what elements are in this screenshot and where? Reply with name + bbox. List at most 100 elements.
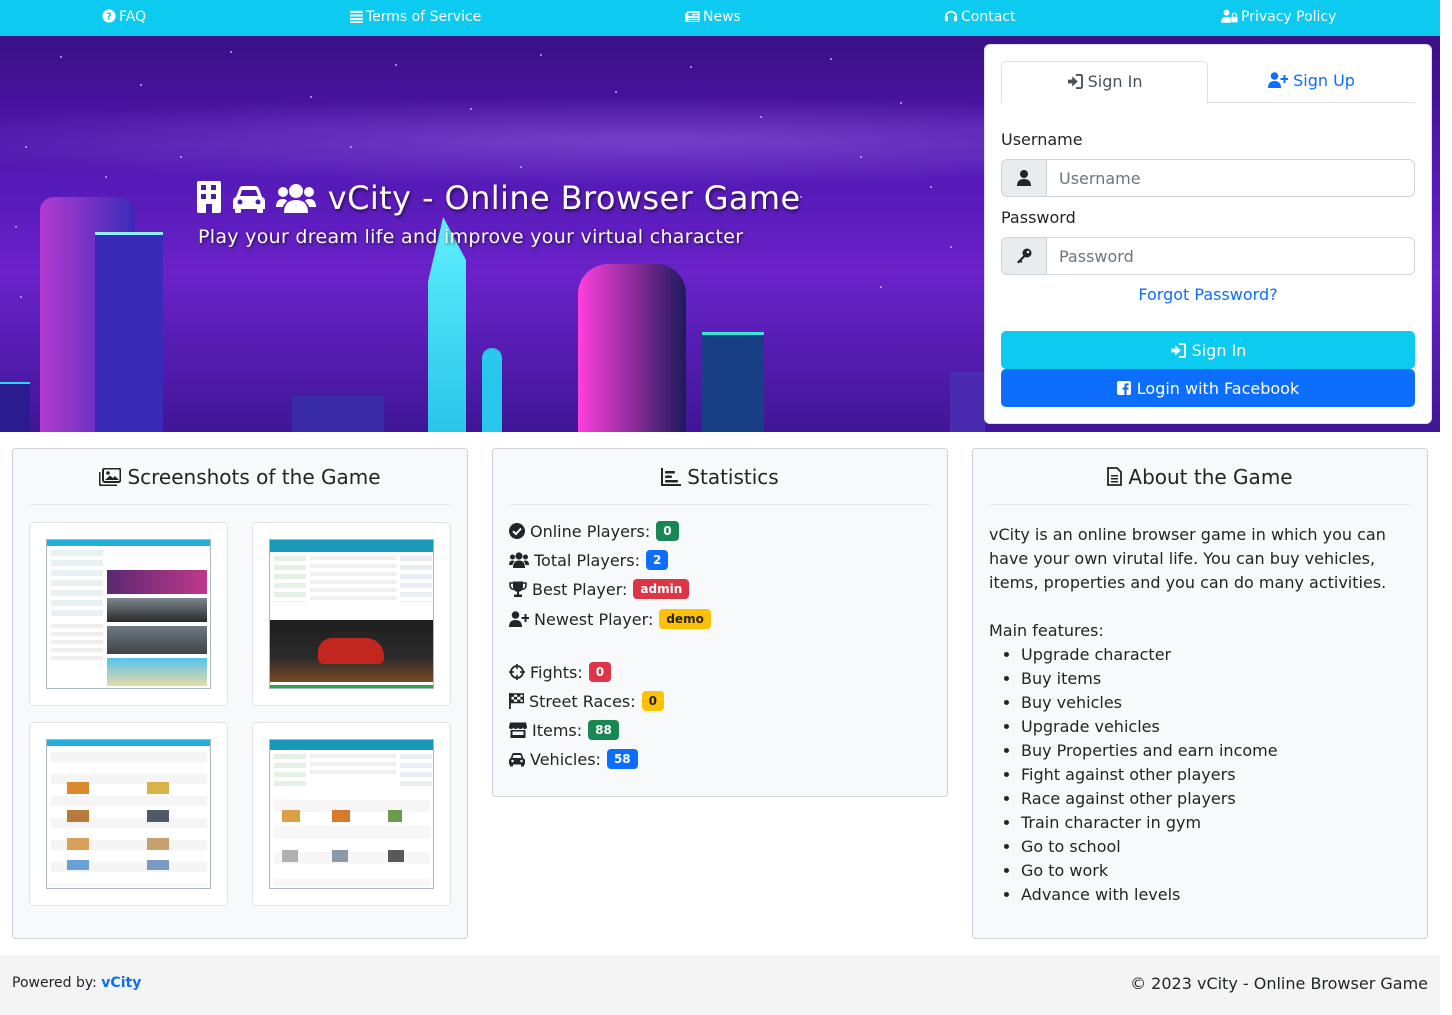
tab-sign-up-label: Sign Up [1293, 71, 1355, 90]
login-card: Sign In Sign Up Username Password Forgot… [984, 44, 1432, 424]
newspaper-icon [685, 10, 700, 22]
username-label: Username [1001, 130, 1083, 149]
screenshot-image [269, 739, 434, 889]
hero-title: vCity - Online Browser Game [197, 179, 801, 217]
user-icon [1017, 170, 1031, 186]
facebook-login-button[interactable]: Login with Facebook [1001, 369, 1415, 407]
top-navbar: ? FAQ Terms of Service News Contact Priva… [0, 0, 1440, 36]
car-icon [509, 752, 525, 766]
check-circle-icon [509, 523, 525, 539]
feature-item: Buy items [1021, 667, 1278, 691]
car-icon [232, 186, 265, 213]
nav-contact-link[interactable]: Contact [944, 0, 1015, 36]
nav-privacy-link[interactable]: Privacy Policy [1221, 0, 1336, 36]
user-plus-icon [509, 611, 529, 627]
auth-tabs: Sign In Sign Up [1001, 61, 1415, 104]
nav-terms-link[interactable]: Terms of Service [350, 0, 481, 36]
user-lock-icon [1221, 9, 1238, 23]
store-icon [509, 722, 527, 738]
screenshot-thumbnail[interactable] [29, 722, 228, 906]
stat-online-badge: 0 [656, 521, 679, 541]
crosshairs-icon [509, 664, 525, 680]
stat-races-label: Street Races: [529, 691, 636, 711]
features-list: Upgrade character Buy items Buy vehicles… [1021, 643, 1278, 907]
nav-news-link[interactable]: News [685, 0, 741, 36]
about-description: vCity is an online browser game in which… [989, 525, 1387, 592]
headset-icon [944, 10, 958, 22]
stat-best-label: Best Player: [532, 579, 628, 599]
feature-item: Race against other players [1021, 787, 1278, 811]
images-icon [99, 468, 122, 486]
sign-in-icon [1170, 342, 1186, 358]
stat-newest-badge: demo [659, 609, 711, 629]
sign-in-icon [1067, 74, 1083, 89]
stat-fights-label: Fights: [530, 662, 583, 682]
username-input[interactable] [1046, 159, 1415, 197]
nav-contact-label: Contact [961, 9, 1016, 25]
stat-items-label: Items: [532, 720, 583, 740]
tab-sign-in-label: Sign In [1087, 72, 1143, 91]
nav-privacy-label: Privacy Policy [1241, 9, 1337, 25]
about-title-text: About the Game [1128, 465, 1293, 489]
password-input[interactable] [1046, 237, 1415, 275]
screenshots-card: Screenshots of the Game [12, 448, 468, 939]
stat-total-badge: 2 [645, 550, 669, 570]
tab-sign-in[interactable]: Sign In [1001, 61, 1208, 104]
stat-online-players: Online Players: 0 [509, 521, 679, 541]
feature-item: Advance with levels [1021, 883, 1278, 907]
password-group [1001, 237, 1415, 275]
statistics-title: Statistics [509, 465, 931, 505]
nav-terms-label: Terms of Service [366, 9, 482, 25]
stat-newest-player: Newest Player: demo [509, 609, 711, 629]
stat-street-races: Street Races: 0 [509, 691, 664, 711]
screenshot-thumbnail[interactable] [29, 522, 228, 706]
username-group [1001, 159, 1415, 197]
screenshot-thumbnail[interactable] [252, 522, 451, 706]
password-addon [1001, 237, 1047, 275]
feature-item: Go to school [1021, 835, 1278, 859]
features-heading: Main features: [989, 621, 1104, 640]
sign-in-button[interactable]: Sign In [1001, 331, 1415, 369]
screenshot-image [46, 739, 211, 889]
feature-item: Upgrade character [1021, 643, 1278, 667]
sign-in-button-label: Sign In [1191, 340, 1247, 360]
features-section: Main features: Upgrade character Buy ite… [989, 619, 1278, 907]
password-label: Password [1001, 208, 1076, 227]
stat-newest-label: Newest Player: [534, 609, 654, 629]
stat-races-badge: 0 [641, 691, 664, 711]
feature-item: Train character in gym [1021, 811, 1278, 835]
stat-vehicles-label: Vehicles: [530, 749, 601, 769]
forgot-password-link[interactable]: Forgot Password? [1001, 285, 1415, 304]
stat-best-badge: admin [633, 579, 690, 599]
nav-faq-link[interactable]: ? FAQ [102, 0, 146, 36]
users-icon [276, 184, 317, 213]
feature-item: Upgrade vehicles [1021, 715, 1278, 739]
footer-powered: Powered by: vCity [12, 975, 141, 991]
stat-items: Items: 88 [509, 720, 619, 740]
screenshot-image [46, 539, 211, 689]
footer-vcity-link[interactable]: vCity [101, 975, 141, 991]
checkered-flag-icon [509, 693, 524, 709]
footer: Powered by: vCity © 2023 vCity - Online … [0, 955, 1440, 1015]
tab-sign-up[interactable]: Sign Up [1208, 61, 1415, 103]
footer-copyright: © 2023 vCity - Online Browser Game [1130, 974, 1428, 993]
nav-news-label: News [703, 9, 741, 25]
facebook-button-label: Login with Facebook [1136, 378, 1300, 398]
nav-faq-label: FAQ [119, 9, 147, 25]
screenshots-title-text: Screenshots of the Game [127, 465, 381, 489]
username-addon [1001, 159, 1047, 197]
statistics-title-text: Statistics [687, 465, 779, 489]
statistics-card: Statistics Online Players: 0 Total Playe… [492, 448, 948, 797]
user-plus-icon [1268, 72, 1289, 88]
footer-powered-label: Powered by: [12, 975, 97, 991]
screenshot-image [269, 539, 434, 689]
stat-total-players: Total Players: 2 [509, 550, 669, 570]
hero-title-text: vCity - Online Browser Game [327, 179, 801, 217]
screenshot-thumbnail[interactable] [252, 722, 451, 906]
file-text-icon [1107, 467, 1123, 486]
about-card: About the Game vCity is an online browse… [972, 448, 1428, 939]
key-icon [1017, 248, 1032, 264]
screenshots-title: Screenshots of the Game [29, 465, 451, 505]
stat-vehicles: Vehicles: 58 [509, 749, 638, 769]
feature-item: Fight against other players [1021, 763, 1278, 787]
